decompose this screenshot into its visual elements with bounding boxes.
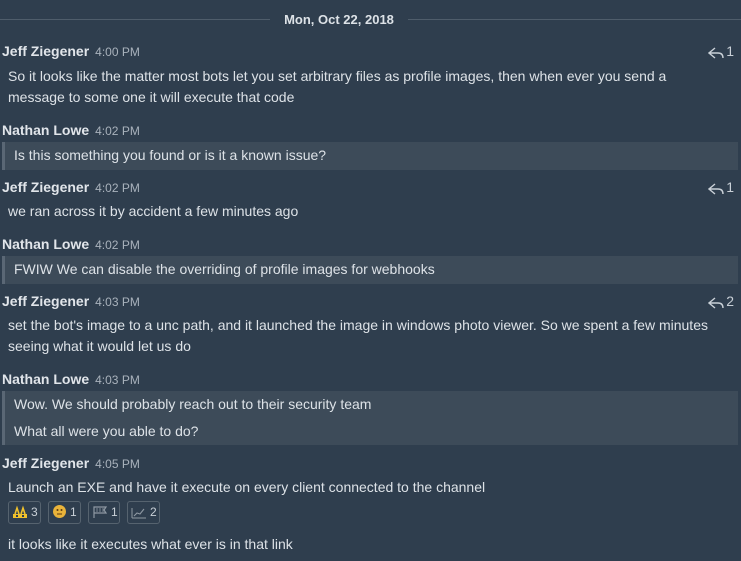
timestamp[interactable]: 4:02 PM: [95, 181, 140, 195]
message-line: seeing what it would let us do: [8, 338, 191, 354]
reply-button[interactable]: 2: [708, 291, 734, 311]
message-post: Nathan Lowe 4:03 PM Wow. We should probab…: [0, 369, 741, 447]
message-text: Launch an EXE and have it execute on eve…: [8, 477, 728, 498]
author-name[interactable]: Nathan Lowe: [2, 122, 89, 138]
message-line: FWIW We can disable the overriding of pr…: [14, 261, 435, 277]
construction-worker-emoji-icon: [12, 505, 28, 526]
timestamp[interactable]: 4:05 PM: [95, 457, 140, 471]
author-name[interactable]: Nathan Lowe: [2, 371, 89, 387]
message-text: So it looks like the matter most bots le…: [8, 66, 728, 108]
message-block: Is this something you found or is it a k…: [2, 142, 738, 170]
thinking-face-emoji-icon: [52, 504, 67, 526]
timestamp[interactable]: 4:03 PM: [95, 295, 140, 309]
reply-count: 1: [726, 179, 734, 195]
timestamp[interactable]: 4:02 PM: [95, 238, 140, 252]
message-line: we ran across it by accident a few minut…: [8, 203, 299, 219]
reply-icon: [708, 47, 724, 59]
author-name[interactable]: Nathan Lowe: [2, 236, 89, 252]
timestamp[interactable]: 4:02 PM: [95, 124, 140, 138]
message-post: Nathan Lowe 4:02 PM Is this something you…: [0, 120, 741, 172]
reaction-count: 2: [150, 505, 157, 519]
message-post: Jeff Ziegener 4:02 PM 1 we ran across it …: [0, 177, 741, 223]
message-text: we ran across it by accident a few minut…: [8, 201, 728, 222]
message-line: Is this something you found or is it a k…: [14, 147, 327, 163]
reaction-count: 1: [111, 505, 118, 519]
message-block: Wow. We should probably reach out to the…: [2, 391, 738, 445]
reply-count: 2: [726, 293, 734, 309]
author-name[interactable]: Jeff Ziegener: [2, 455, 89, 471]
message-text: set the bot's image to a unc path, and i…: [8, 315, 728, 357]
reaction-count: 1: [70, 505, 77, 519]
message-block: FWIW We can disable the overriding of pr…: [2, 256, 738, 284]
timestamp[interactable]: 4:00 PM: [95, 45, 140, 59]
reply-count: 1: [726, 43, 734, 59]
message-post: Jeff Ziegener 4:00 PM 1 So it looks like …: [0, 41, 741, 111]
reply-button[interactable]: 1: [708, 177, 734, 197]
author-name[interactable]: Jeff Ziegener: [2, 43, 89, 59]
date-separator-label: Mon, Oct 22, 2018: [284, 12, 394, 27]
message-line: What all were you able to do?: [14, 423, 199, 439]
separator-line-right: [408, 19, 741, 20]
reply-button[interactable]: 1: [708, 41, 734, 61]
reply-icon: [708, 183, 724, 195]
message-line: message to some one it will execute that…: [8, 89, 295, 105]
reply-icon: [708, 297, 724, 309]
date-separator: Mon, Oct 22, 2018: [0, 10, 741, 30]
reaction-flag[interactable]: 1: [88, 501, 120, 524]
reaction-count: 3: [31, 505, 38, 519]
message-line: Launch an EXE and have it execute on eve…: [8, 479, 486, 495]
author-name[interactable]: Jeff Ziegener: [2, 293, 89, 309]
timestamp[interactable]: 4:03 PM: [95, 373, 140, 387]
message-post: Nathan Lowe 4:02 PM FWIW We can disable t…: [0, 234, 741, 286]
author-name[interactable]: Jeff Ziegener: [2, 179, 89, 195]
followup-message-text: it looks like it executes what ever is i…: [8, 536, 293, 552]
message-line: Wow. We should probably reach out to the…: [14, 396, 372, 412]
flag-emoji-icon: [92, 505, 108, 526]
message-post: Jeff Ziegener 4:03 PM 2 set the bot's ima…: [0, 291, 741, 361]
separator-line-left: [0, 19, 270, 20]
reaction-chart[interactable]: 2: [127, 501, 160, 524]
message-line: set the bot's image to a unc path, and i…: [8, 317, 708, 333]
message-line: So it looks like the matter most bots le…: [8, 68, 667, 84]
reaction-thinking-face[interactable]: 1: [48, 501, 81, 524]
reaction-construction-worker[interactable]: 3: [8, 501, 41, 524]
chart-emoji-icon: [131, 505, 147, 526]
